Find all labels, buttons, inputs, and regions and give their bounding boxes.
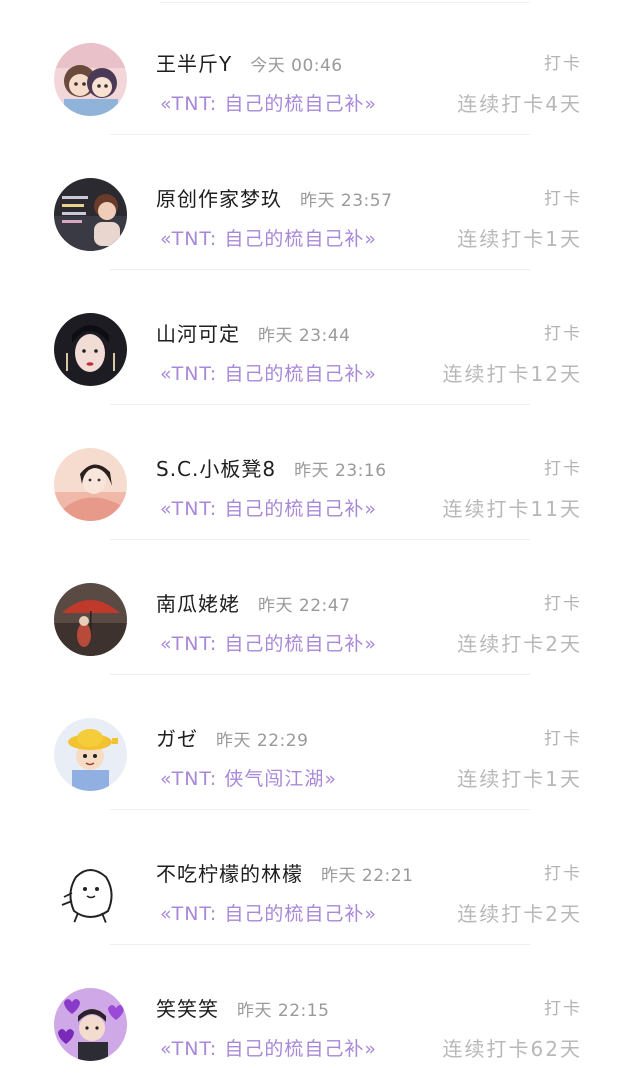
list-item[interactable]: 山河可定 昨天 23:44 打卡 «TNT: 自己的梳自己补» 连续打卡12天 — [0, 270, 640, 405]
streak-count: 连续打卡1天 — [457, 767, 582, 791]
post-time: 昨天 23:16 — [294, 461, 387, 481]
list-item[interactable]: 笑笑笑 昨天 22:15 打卡 «TNT: 自己的梳自己补» 连续打卡62天 — [0, 945, 640, 1080]
avatar-painted-lady-icon[interactable] — [54, 448, 127, 521]
avatar-child-photo-icon[interactable] — [54, 178, 127, 251]
post-time: 昨天 22:29 — [216, 731, 309, 751]
topic-link[interactable]: «TNT: 侠气闯江湖» — [160, 764, 337, 791]
post-time: 昨天 22:15 — [237, 1001, 330, 1021]
topic-link[interactable]: «TNT: 自己的梳自己补» — [160, 899, 377, 926]
post-time: 昨天 23:57 — [300, 191, 393, 211]
user-name[interactable]: 笑笑笑 — [156, 993, 219, 1022]
streak-count: 连续打卡4天 — [457, 92, 582, 116]
header-line: S.C.小板凳8 昨天 23:16 — [156, 453, 387, 482]
topic-link[interactable]: «TNT: 自己的梳自己补» — [160, 629, 377, 656]
list-item[interactable]: S.C.小板凳8 昨天 23:16 打卡 «TNT: 自己的梳自己补» 连续打卡… — [0, 405, 640, 540]
streak-count: 连续打卡12天 — [442, 362, 582, 386]
avatar-yellow-hat-boy-icon[interactable] — [54, 718, 127, 791]
user-name[interactable]: ガゼ — [156, 723, 198, 752]
user-name[interactable]: 原创作家梦玖 — [156, 183, 282, 212]
action-label: 打卡 — [544, 594, 582, 614]
avatar-red-umbrella-icon[interactable] — [54, 583, 127, 656]
list-item[interactable]: 王半斤Y 今天 00:46 打卡 «TNT: 自己的梳自己补» 连续打卡4天 — [0, 0, 640, 135]
topic-link[interactable]: «TNT: 自己的梳自己补» — [160, 494, 377, 521]
header-line: ガゼ 昨天 22:29 — [156, 723, 308, 752]
list-item[interactable]: ガゼ 昨天 22:29 打卡 «TNT: 侠气闯江湖» 连续打卡1天 — [0, 675, 640, 810]
post-time: 昨天 23:44 — [258, 326, 351, 346]
action-label: 打卡 — [544, 999, 582, 1019]
avatar-purple-hearts-icon[interactable] — [54, 988, 127, 1061]
streak-count: 连续打卡2天 — [457, 632, 582, 656]
avatar-ancient-portrait-icon[interactable] — [54, 313, 127, 386]
header-line: 不吃柠檬的林檬 昨天 22:21 — [156, 858, 413, 887]
avatar-doodle-cat-icon[interactable] — [54, 853, 127, 926]
topic-link[interactable]: «TNT: 自己的梳自己补» — [160, 1034, 377, 1061]
action-label: 打卡 — [544, 324, 582, 344]
action-label: 打卡 — [544, 54, 582, 74]
header-line: 笑笑笑 昨天 22:15 — [156, 993, 329, 1022]
user-name[interactable]: 山河可定 — [156, 318, 240, 347]
post-time: 昨天 22:47 — [258, 596, 351, 616]
user-name[interactable]: 南瓜姥姥 — [156, 588, 240, 617]
streak-count: 连续打卡62天 — [442, 1037, 582, 1061]
topic-link[interactable]: «TNT: 自己的梳自己补» — [160, 89, 377, 116]
action-label: 打卡 — [544, 864, 582, 884]
user-name[interactable]: S.C.小板凳8 — [156, 453, 276, 482]
streak-count: 连续打卡1天 — [457, 227, 582, 251]
list-item[interactable]: 原创作家梦玖 昨天 23:57 打卡 «TNT: 自己的梳自己补» 连续打卡1天 — [0, 135, 640, 270]
header-line: 山河可定 昨天 23:44 — [156, 318, 350, 347]
avatar-cartoon-pair-icon[interactable] — [54, 43, 127, 116]
user-name[interactable]: 不吃柠檬的林檬 — [156, 858, 303, 887]
streak-count: 连续打卡11天 — [442, 497, 582, 521]
post-time: 今天 00:46 — [250, 56, 343, 76]
action-label: 打卡 — [544, 189, 582, 209]
topic-link[interactable]: «TNT: 自己的梳自己补» — [160, 359, 377, 386]
streak-count: 连续打卡2天 — [457, 902, 582, 926]
header-line: 南瓜姥姥 昨天 22:47 — [156, 588, 350, 617]
action-label: 打卡 — [544, 459, 582, 479]
topic-link[interactable]: «TNT: 自己的梳自己补» — [160, 224, 377, 251]
header-line: 王半斤Y 今天 00:46 — [156, 48, 343, 77]
user-name[interactable]: 王半斤Y — [156, 48, 232, 77]
list-item[interactable]: 南瓜姥姥 昨天 22:47 打卡 «TNT: 自己的梳自己补» 连续打卡2天 — [0, 540, 640, 675]
post-time: 昨天 22:21 — [321, 866, 414, 886]
action-label: 打卡 — [544, 729, 582, 749]
header-line: 原创作家梦玖 昨天 23:57 — [156, 183, 392, 212]
list-item[interactable]: 不吃柠檬的林檬 昨天 22:21 打卡 «TNT: 自己的梳自己补» 连续打卡2… — [0, 810, 640, 945]
